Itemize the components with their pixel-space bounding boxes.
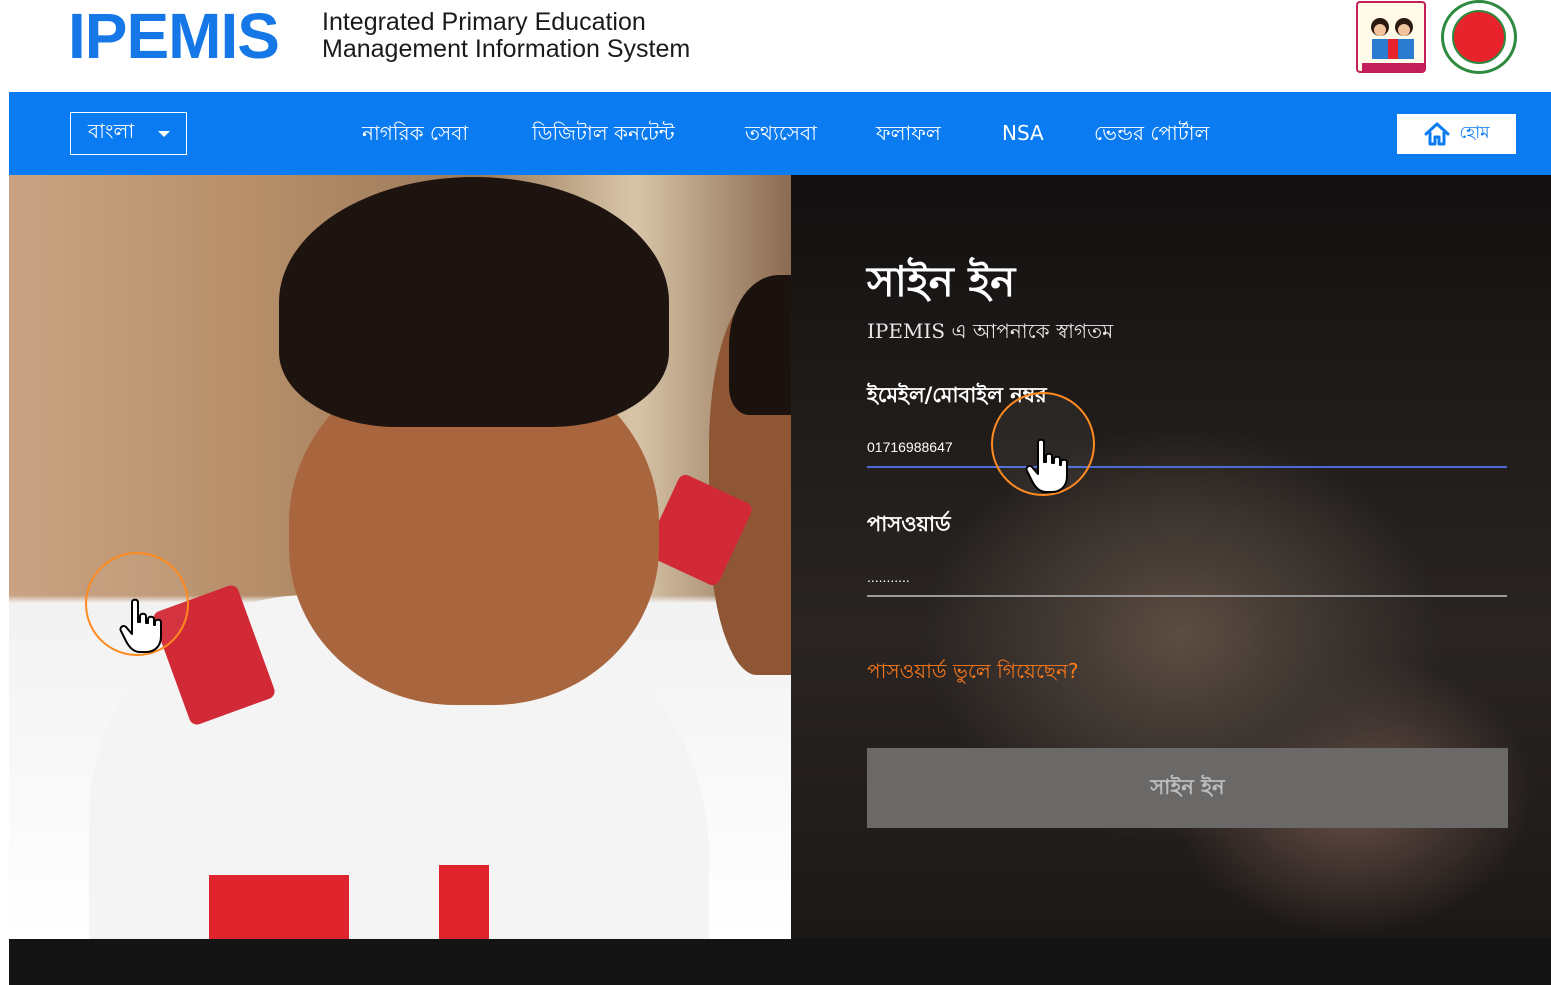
- home-icon: [1424, 122, 1450, 146]
- chevron-down-icon: [158, 131, 170, 137]
- language-select-value: বাংলা: [88, 119, 135, 143]
- brand-subtitle: Integrated Primary Education Management …: [322, 9, 690, 63]
- signin-welcome-text: IPEMIS এ আপনাকে স্বাগতম: [867, 319, 1114, 343]
- forgot-password-link[interactable]: পাসওয়ার্ড ভুলে গিয়েছেন?: [867, 657, 1079, 685]
- gov-bangladesh-seal-icon: [1441, 0, 1517, 74]
- nav-item-results[interactable]: ফলাফল: [876, 119, 941, 147]
- home-button-label: হোম: [1459, 123, 1490, 143]
- nav-item-nsa[interactable]: NSA: [1002, 119, 1044, 147]
- email-field-underline: [867, 466, 1507, 468]
- nav-item-digital-content[interactable]: ডিজিটাল কনটেন্ট: [532, 119, 675, 147]
- password-field-label: পাসওয়ার্ড: [867, 512, 951, 536]
- nav-item-info-service[interactable]: তথ্যসেবা: [745, 119, 817, 147]
- signin-title: সাইন ইন: [867, 257, 1016, 306]
- site-header: IPEMIS Integrated Primary Education Mana…: [0, 0, 1551, 92]
- home-button[interactable]: হোম: [1397, 114, 1516, 154]
- dpe-emblem-icon: [1356, 1, 1426, 73]
- site-footer: [9, 939, 1551, 985]
- signin-button[interactable]: সাইন ইন: [867, 748, 1508, 828]
- language-select[interactable]: বাংলা: [70, 112, 187, 155]
- password-field[interactable]: [867, 560, 1507, 594]
- brand-subtitle-line1: Integrated Primary Education: [322, 8, 646, 36]
- nav-item-citizen-service[interactable]: নাগরিক সেবা: [362, 119, 468, 147]
- main-navbar: বাংলা নাগরিক সেবা ডিজিটাল কনটেন্ট তথ্যসে…: [9, 92, 1551, 175]
- hand-pointer-icon: [1025, 438, 1068, 493]
- nav-item-vendor-portal[interactable]: ভেন্ডর পোর্টাল: [1094, 119, 1209, 147]
- page: IPEMIS Integrated Primary Education Mana…: [0, 0, 1551, 985]
- brand-subtitle-line2: Management Information System: [322, 35, 691, 63]
- password-field-underline: [867, 595, 1507, 597]
- ipemis-logo[interactable]: IPEMIS: [68, 2, 280, 70]
- email-field[interactable]: [867, 430, 1507, 464]
- hand-pointer-icon: [119, 598, 162, 653]
